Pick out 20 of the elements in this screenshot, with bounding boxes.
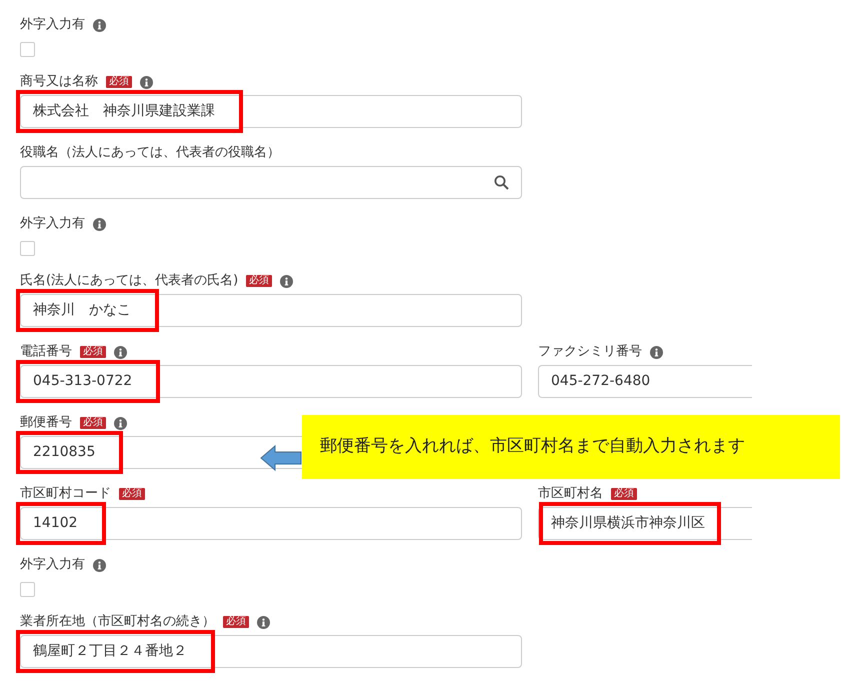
field-label: 外字入力有 bbox=[20, 215, 85, 234]
field-label: 電話番号 bbox=[20, 343, 72, 362]
required-tag: 必須 bbox=[106, 76, 132, 88]
field-label: ファクシミリ番号 bbox=[538, 343, 642, 362]
required-tag: 必須 bbox=[611, 488, 637, 500]
field-label: 市区町村名 bbox=[538, 485, 603, 504]
field-label: 役職名（法人にあっては、代表者の役職名） bbox=[20, 144, 280, 162]
hint-tooltip: 郵便番号を入れれば、市区町村名まで自動入力されます bbox=[302, 415, 840, 479]
field-label: 市区町村コード bbox=[20, 485, 111, 504]
field-label: 外字入力有 bbox=[20, 16, 85, 34]
field-label: 商号又は名称 bbox=[20, 73, 98, 92]
field-label: 外字入力有 bbox=[20, 556, 85, 574]
required-tag: 必須 bbox=[80, 417, 106, 429]
required-tag: 必須 bbox=[246, 275, 272, 287]
field-label: 業者所在地（市区町村名の続き） bbox=[20, 613, 215, 632]
required-tag: 必須 bbox=[119, 488, 145, 500]
field-label: 氏名(法人にあっては、代表者の氏名) bbox=[20, 272, 238, 290]
required-tag: 必須 bbox=[223, 616, 249, 628]
field-label: 郵便番号 bbox=[20, 414, 72, 432]
required-tag: 必須 bbox=[80, 346, 106, 358]
